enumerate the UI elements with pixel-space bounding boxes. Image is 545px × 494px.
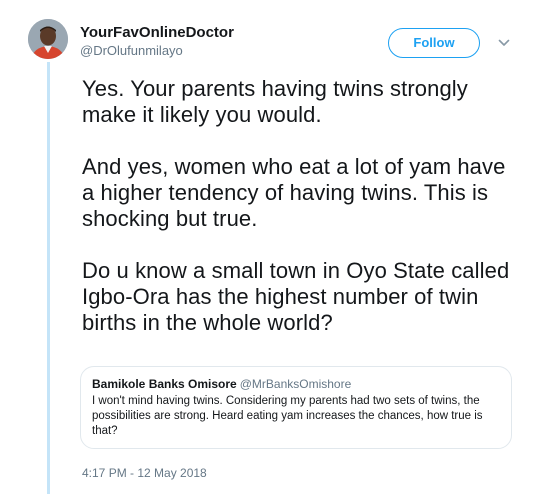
tweet-paragraph: And yes, women who eat a lot of yam have… xyxy=(82,154,506,231)
author-handle[interactable]: @DrOlufunmilayo xyxy=(80,43,234,59)
tweet-container: YourFavOnlineDoctor @DrOlufunmilayo Foll… xyxy=(0,0,545,494)
tweet-timestamp[interactable]: 4:17 PM - 12 May 2018 xyxy=(82,466,207,481)
chevron-down-icon[interactable] xyxy=(497,36,511,50)
quoted-tweet-text: I won't mind having twins. Considering m… xyxy=(92,395,483,437)
tweet-paragraph: Do u know a small town in Oyo State call… xyxy=(82,258,510,335)
quoted-tweet[interactable]: Bamikole Banks Omisore @MrBanksOmishore I… xyxy=(80,366,512,449)
quoted-author-handle: @MrBanksOmishore xyxy=(239,377,352,391)
quoted-tweet-header: Bamikole Banks Omisore @MrBanksOmishore xyxy=(92,377,500,392)
avatar-image xyxy=(28,19,68,59)
avatar[interactable] xyxy=(28,19,68,59)
tweet-paragraph: Yes. Your parents having twins strongly … xyxy=(82,76,468,127)
thread-line xyxy=(47,62,50,494)
tweet-text: Yes. Your parents having twins strongly … xyxy=(82,76,522,336)
tweet-header: YourFavOnlineDoctor @DrOlufunmilayo xyxy=(80,24,234,59)
author-display-name[interactable]: YourFavOnlineDoctor xyxy=(80,24,234,42)
follow-button[interactable]: Follow xyxy=(388,28,480,58)
quoted-author-name: Bamikole Banks Omisore xyxy=(92,377,237,391)
